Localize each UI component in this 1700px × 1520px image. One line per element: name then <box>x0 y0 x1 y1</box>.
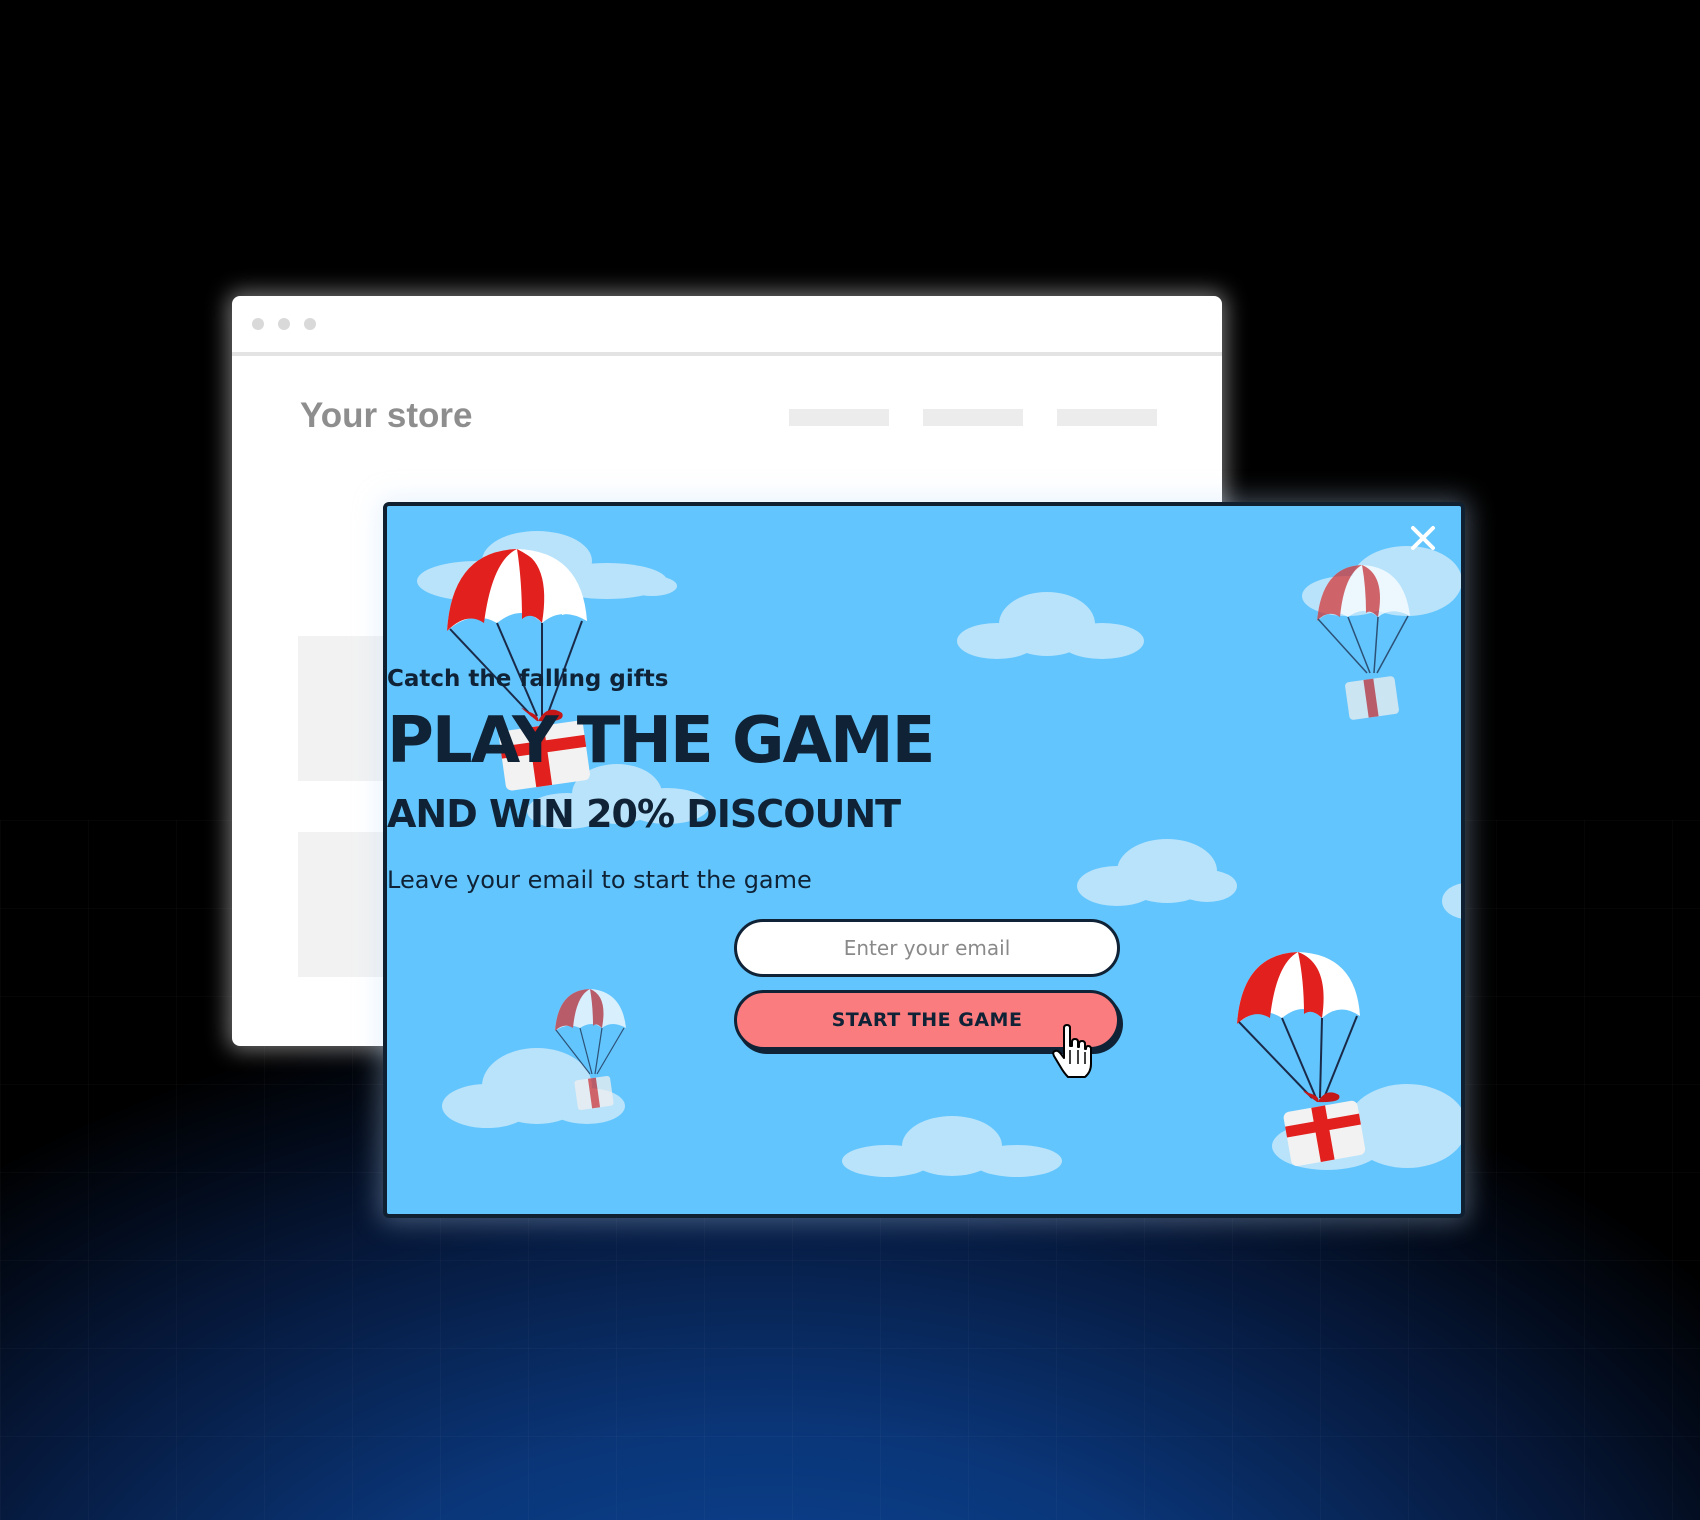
cloud-decoration <box>957 592 1144 659</box>
close-icon[interactable] <box>1407 522 1439 554</box>
game-popup: Catch the falling gifts PLAY THE GAME AN… <box>383 502 1465 1218</box>
window-dot-maximize[interactable] <box>304 318 316 330</box>
popup-headline: PLAY THE GAME <box>387 704 935 778</box>
parachute-gift-icon <box>555 989 626 1110</box>
nav-placeholder-item[interactable] <box>1057 409 1157 426</box>
store-brand-title: Your store <box>300 396 473 435</box>
parachute-gift-icon <box>1237 952 1366 1166</box>
email-input[interactable] <box>734 919 1120 977</box>
window-dot-minimize[interactable] <box>278 318 290 330</box>
popup-kicker: Catch the falling gifts <box>387 666 669 692</box>
window-titlebar <box>232 296 1222 356</box>
store-nav <box>789 409 1157 426</box>
popup-instruction: Leave your email to start the game <box>387 866 812 894</box>
cloud-decoration <box>842 1116 1062 1177</box>
nav-placeholder-item[interactable] <box>789 409 889 426</box>
popup-subheadline: AND WIN 20% DISCOUNT <box>387 792 901 836</box>
parachute-gift-icon <box>1317 565 1410 720</box>
window-dot-close[interactable] <box>252 318 264 330</box>
hand-pointer-icon <box>1052 1024 1092 1078</box>
nav-placeholder-item[interactable] <box>923 409 1023 426</box>
